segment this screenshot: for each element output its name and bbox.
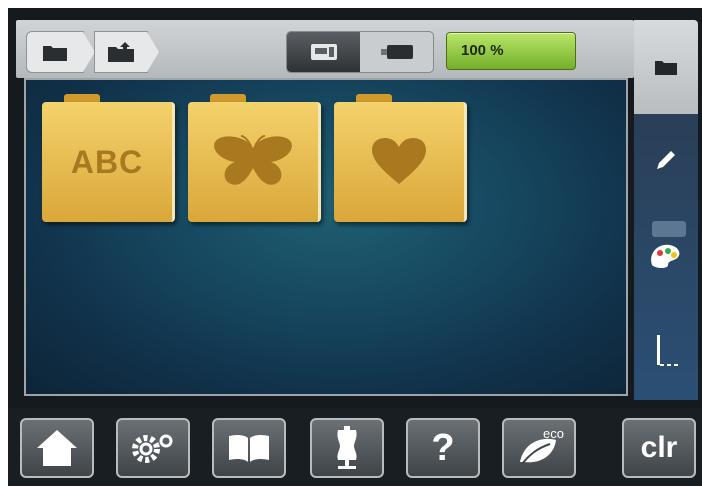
- folder-body: [188, 102, 321, 222]
- folder-icon: [43, 46, 67, 61]
- tutorial-button[interactable]: [212, 418, 286, 478]
- needle-stitch-icon: [657, 335, 678, 366]
- help-button[interactable]: ?: [406, 418, 480, 478]
- source-toggle: [286, 31, 434, 73]
- settings-gears-icon: [132, 434, 173, 463]
- sidebar-tab-files[interactable]: [634, 20, 698, 114]
- dress-form-icon: [337, 426, 357, 469]
- home-button[interactable]: [20, 418, 94, 478]
- sidebar-edit-button[interactable]: [644, 140, 688, 180]
- machine-source-button[interactable]: [287, 32, 360, 72]
- folder-body: ABC: [42, 102, 175, 222]
- help-icon: ?: [431, 426, 455, 469]
- butterfly-icon: [214, 135, 292, 185]
- sidebar-color-button[interactable]: [644, 221, 688, 268]
- usb-stick-icon: [380, 45, 413, 59]
- pencil-icon: [657, 151, 675, 169]
- breadcrumb: [26, 31, 159, 73]
- clear-button[interactable]: clr: [622, 418, 696, 478]
- settings-button[interactable]: [116, 418, 190, 478]
- file-browser: ABC: [24, 78, 628, 396]
- color-palette-icon: [651, 221, 686, 268]
- home-icon: [37, 430, 77, 466]
- memory-progress-bar: 100 %: [446, 32, 576, 70]
- heart-icon: [372, 138, 426, 184]
- folder-body: [334, 102, 467, 222]
- folder-upload-icon: [108, 42, 134, 62]
- right-sidebar: [634, 20, 698, 400]
- folder-icon: [655, 61, 677, 75]
- breadcrumb-upload-button[interactable]: [94, 31, 159, 73]
- usb-source-button[interactable]: [360, 32, 433, 72]
- breadcrumb-folder-button[interactable]: [26, 31, 95, 73]
- clear-label: clr: [640, 431, 678, 464]
- book-icon: [229, 434, 269, 462]
- folder-label: ABC: [70, 143, 144, 180]
- folder-butterfly[interactable]: [188, 94, 321, 226]
- sewing-consultant-button[interactable]: [310, 418, 384, 478]
- eco-button[interactable]: eco: [502, 418, 576, 478]
- eco-label: eco: [543, 426, 564, 441]
- folder-abc[interactable]: ABC: [42, 94, 175, 226]
- sidebar-stitch-button[interactable]: [644, 332, 688, 372]
- embroidery-machine-icon: [310, 44, 337, 60]
- progress-label: 100 %: [461, 42, 504, 59]
- folder-heart[interactable]: [334, 94, 467, 226]
